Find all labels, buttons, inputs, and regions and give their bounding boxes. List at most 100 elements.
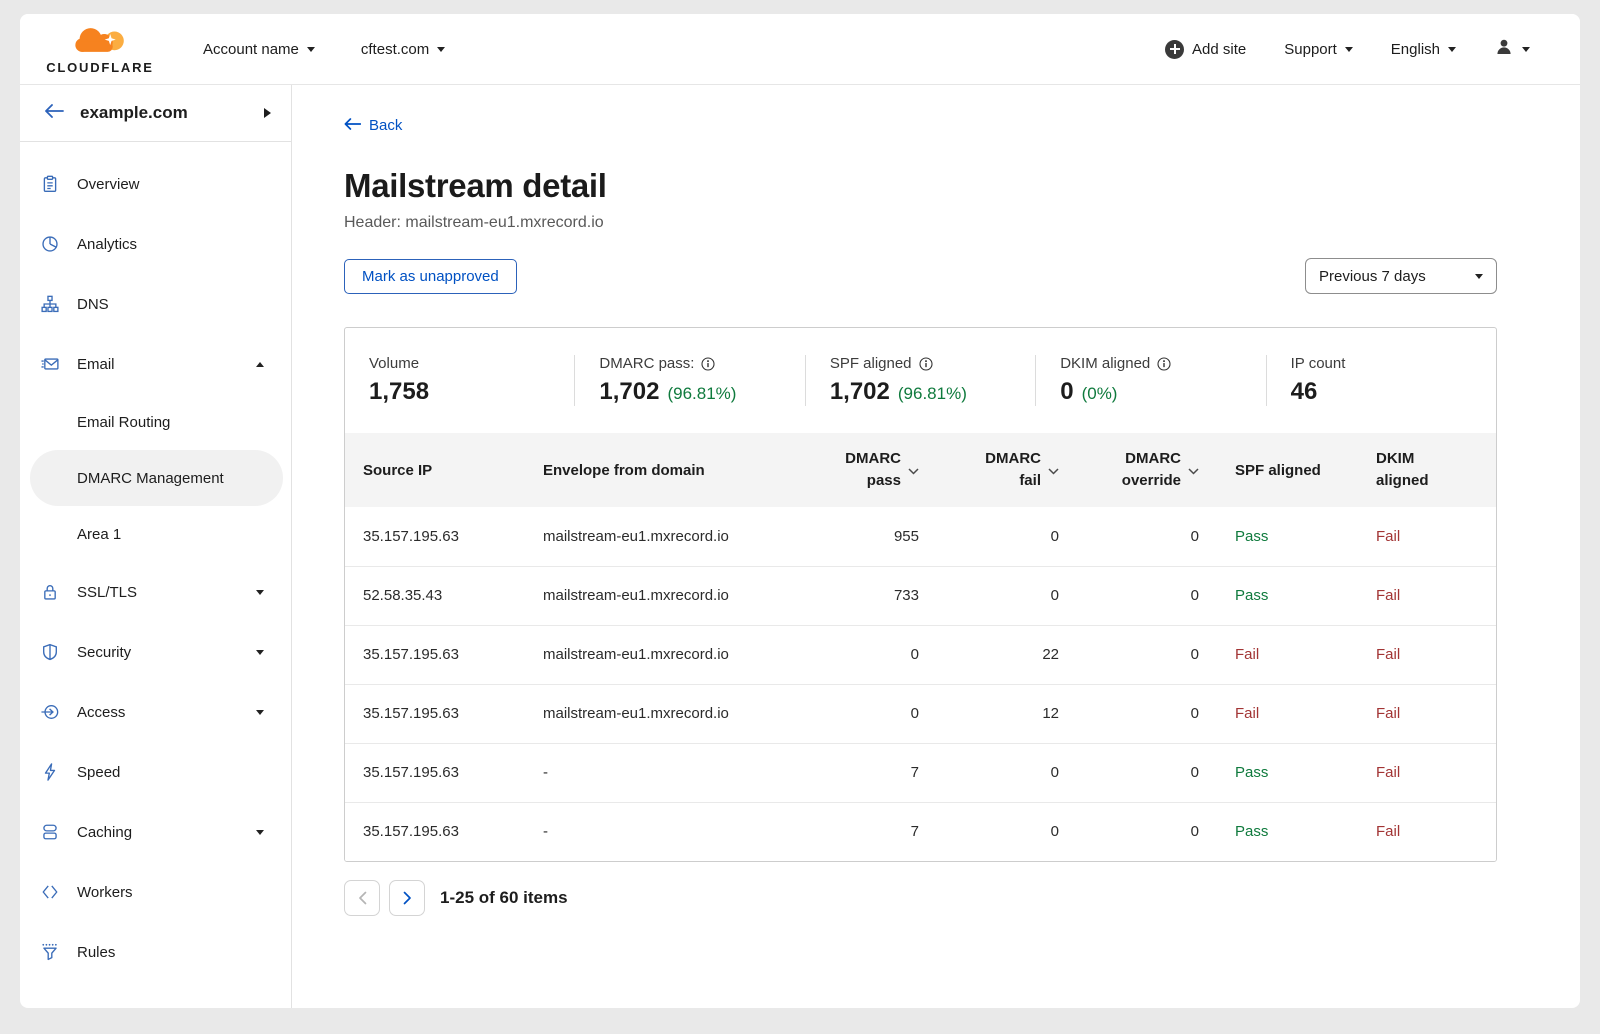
source-p-table: Source IP Envelope from domain DMARC pas…	[345, 433, 1497, 861]
cell-spf-aligned: Pass	[1205, 802, 1357, 861]
sidebar-item-area-1[interactable]: Area 1	[20, 506, 291, 562]
page-subtitle: Header: mailstream-eu1.mxrecord.io	[344, 214, 1497, 232]
cell-dkim-aligned: Fail	[1357, 802, 1497, 861]
sidebar-item-dmarc-management[interactable]: DMARC Management	[30, 450, 283, 506]
cell-dmarc-override: 0	[1065, 684, 1205, 743]
chevron-down-icon	[1345, 47, 1353, 52]
account-menu[interactable]: Account name	[203, 41, 315, 58]
cell-dmarc-override: 0	[1065, 507, 1205, 566]
sidebar-item-rules[interactable]: Rules	[20, 922, 291, 982]
stat-spf-aligned: SPF aligned 1,702 (96.81%)	[805, 355, 1035, 406]
envelope-icon	[41, 355, 59, 373]
stat-volume: Volume 1,758	[345, 355, 574, 406]
chevron-up-icon	[256, 362, 264, 367]
back-arrow-icon	[44, 104, 64, 123]
next-page-button[interactable]	[389, 880, 425, 916]
cell-dmarc-pass: 955	[787, 507, 925, 566]
access-arrow-icon	[41, 703, 59, 721]
expand-right-icon	[264, 108, 271, 118]
chevron-down-icon	[437, 47, 445, 52]
sidebar-item-caching[interactable]: Caching	[20, 802, 291, 862]
info-icon[interactable]	[701, 357, 715, 371]
chevron-down-icon	[256, 650, 264, 655]
support-menu[interactable]: Support	[1284, 41, 1353, 58]
pagination: 1-25 of 60 items	[344, 880, 1497, 916]
column-header-spf-aligned: SPF aligned	[1205, 433, 1357, 507]
stat-dmarc-pass: DMARC pass: 1,702 (96.81%)	[574, 355, 804, 406]
column-header-dkim-aligned: DKIM aligned	[1357, 433, 1497, 507]
chevron-down-icon	[1448, 47, 1456, 52]
cell-dkim-aligned: Fail	[1357, 743, 1497, 802]
sidebar-item-access[interactable]: Access	[20, 682, 291, 742]
column-header-dmarc-fail[interactable]: DMARC fail	[925, 433, 1065, 507]
sidebar-item-security[interactable]: Security	[20, 622, 291, 682]
mailstream-stats-card: Volume 1,758 DMARC pass: 1,702 (96.81%	[344, 327, 1497, 862]
cell-envelope-from-domain: -	[525, 802, 787, 861]
chevron-down-icon	[307, 47, 315, 52]
sort-chevron-icon	[908, 462, 919, 479]
info-icon[interactable]	[1157, 357, 1171, 371]
cell-source-ip: 35.157.195.63	[345, 802, 525, 861]
top-navigation-bar: CLOUDFLARE Account name cftest.com Add s…	[20, 14, 1580, 85]
database-icon	[41, 823, 59, 841]
cell-source-ip: 52.58.35.43	[345, 566, 525, 625]
sidebar-item-ssl-tls[interactable]: SSL/TLS	[20, 562, 291, 622]
main-content: Back Mailstream detail Header: mailstrea…	[292, 85, 1580, 1008]
user-menu[interactable]	[1494, 37, 1530, 61]
cell-dkim-aligned: Fail	[1357, 507, 1497, 566]
cell-dmarc-fail: 22	[925, 625, 1065, 684]
sidebar-item-dns[interactable]: DNS	[20, 274, 291, 334]
sidebar-item-overview[interactable]: Overview	[20, 154, 291, 214]
cell-envelope-from-domain: mailstream-eu1.mxrecord.io	[525, 566, 787, 625]
cell-source-ip: 35.157.195.63	[345, 507, 525, 566]
date-range-select[interactable]: Previous 7 days	[1305, 258, 1497, 294]
column-header-envelope-from-domain: Envelope from domain	[525, 433, 787, 507]
chevron-down-icon	[1475, 274, 1483, 279]
stat-dkim-aligned: DKIM aligned 0 (0%)	[1035, 355, 1265, 406]
cloudflare-wordmark: CLOUDFLARE	[46, 60, 154, 75]
previous-page-button[interactable]	[344, 880, 380, 916]
sidebar-item-email[interactable]: Email	[20, 334, 291, 394]
cell-spf-aligned: Pass	[1205, 566, 1357, 625]
stats-strip: Volume 1,758 DMARC pass: 1,702 (96.81%	[345, 328, 1496, 433]
sidebar-item-analytics[interactable]: Analytics	[20, 214, 291, 274]
cloudflare-logo[interactable]: CLOUDFLARE	[35, 23, 165, 75]
table-row: 35.157.195.63 mailstream-eu1.mxrecord.io…	[345, 625, 1497, 684]
cell-dmarc-fail: 0	[925, 566, 1065, 625]
page-title: Mailstream detail	[344, 167, 1497, 205]
back-link[interactable]: Back	[344, 117, 402, 134]
info-icon[interactable]	[919, 357, 933, 371]
sidebar-item-speed[interactable]: Speed	[20, 742, 291, 802]
cell-envelope-from-domain: mailstream-eu1.mxrecord.io	[525, 507, 787, 566]
cell-dmarc-pass: 7	[787, 802, 925, 861]
table-row: 35.157.195.63 - 7 0 0 Pass Fail	[345, 743, 1497, 802]
sidebar: example.com Overview	[20, 85, 292, 1008]
column-header-dmarc-override[interactable]: DMARC override	[1065, 433, 1205, 507]
cell-spf-aligned: Fail	[1205, 684, 1357, 743]
chevron-down-icon	[256, 590, 264, 595]
sidebar-item-email-routing[interactable]: Email Routing	[20, 394, 291, 450]
lock-icon	[41, 583, 59, 601]
mark-as-unapproved-button[interactable]: Mark as unapproved	[344, 259, 517, 294]
column-header-dmarc-pass[interactable]: DMARC pass	[787, 433, 925, 507]
language-menu[interactable]: English	[1391, 41, 1456, 58]
site-name: example.com	[80, 103, 188, 123]
sidebar-item-workers[interactable]: Workers	[20, 862, 291, 922]
cell-envelope-from-domain: -	[525, 743, 787, 802]
brackets-icon	[41, 883, 59, 901]
cell-dmarc-fail: 0	[925, 802, 1065, 861]
cell-dmarc-pass: 7	[787, 743, 925, 802]
cell-spf-aligned: Pass	[1205, 507, 1357, 566]
site-switcher[interactable]: example.com	[20, 85, 291, 142]
clipboard-icon	[41, 175, 59, 193]
sort-chevron-icon	[1048, 462, 1059, 479]
table-body: 35.157.195.63 mailstream-eu1.mxrecord.io…	[345, 507, 1497, 861]
site-menu[interactable]: cftest.com	[361, 41, 445, 58]
cell-spf-aligned: Pass	[1205, 743, 1357, 802]
table-row: 35.157.195.63 mailstream-eu1.mxrecord.io…	[345, 507, 1497, 566]
shield-icon	[41, 643, 59, 661]
cell-dkim-aligned: Fail	[1357, 684, 1497, 743]
add-site-button[interactable]: Add site	[1165, 40, 1246, 59]
chevron-down-icon	[1522, 47, 1530, 52]
user-icon	[1494, 37, 1514, 61]
